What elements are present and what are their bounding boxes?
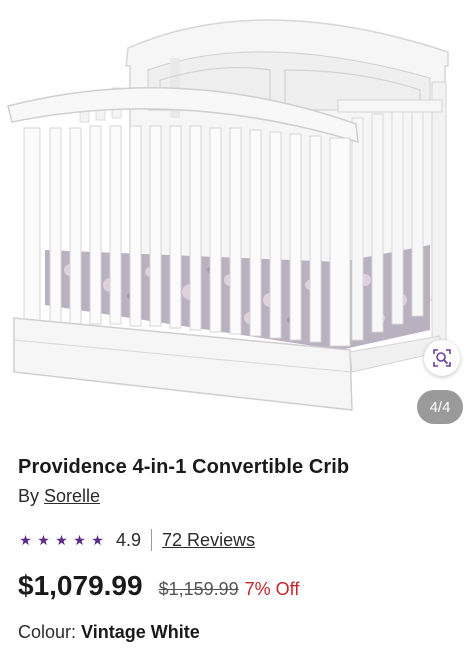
star-icon: ★ bbox=[37, 531, 50, 548]
colour-row: Colour: Vintage White bbox=[18, 622, 200, 643]
star-icon: ★ bbox=[19, 531, 32, 548]
visual-search-button[interactable] bbox=[424, 340, 460, 376]
star-icon: ★ bbox=[91, 531, 104, 548]
rating-divider bbox=[151, 529, 153, 551]
original-price: $1,159.99 bbox=[158, 579, 239, 599]
price-row: $1,079.99 $1,159.99 7% Off bbox=[18, 570, 299, 602]
reviews-link[interactable]: 72 Reviews bbox=[162, 530, 255, 551]
rating-value: 4.9 bbox=[116, 529, 142, 550]
brand-prefix: By bbox=[18, 486, 45, 506]
product-image[interactable]: 4/4 bbox=[0, 0, 476, 435]
colour-value: Vintage White bbox=[81, 622, 200, 642]
rating-row: ★ ★ ★ ★ ★ 4.9 72 Reviews bbox=[18, 528, 255, 552]
brand-link[interactable]: Sorelle bbox=[44, 486, 100, 506]
current-price: $1,079.99 bbox=[18, 570, 143, 601]
crib-photo bbox=[7, 19, 449, 411]
star-rating: ★ ★ ★ ★ ★ bbox=[18, 532, 105, 549]
colour-label: Colour: bbox=[18, 622, 82, 642]
star-icon: ★ bbox=[73, 531, 86, 548]
brand-line: By Sorelle bbox=[18, 486, 100, 507]
product-title: Providence 4-in-1 Convertible Crib bbox=[18, 456, 350, 478]
image-counter: 4/4 bbox=[417, 390, 463, 424]
star-icon: ★ bbox=[55, 531, 68, 548]
magnify-scan-icon bbox=[433, 349, 451, 367]
discount-label: 7% Off bbox=[244, 579, 300, 599]
